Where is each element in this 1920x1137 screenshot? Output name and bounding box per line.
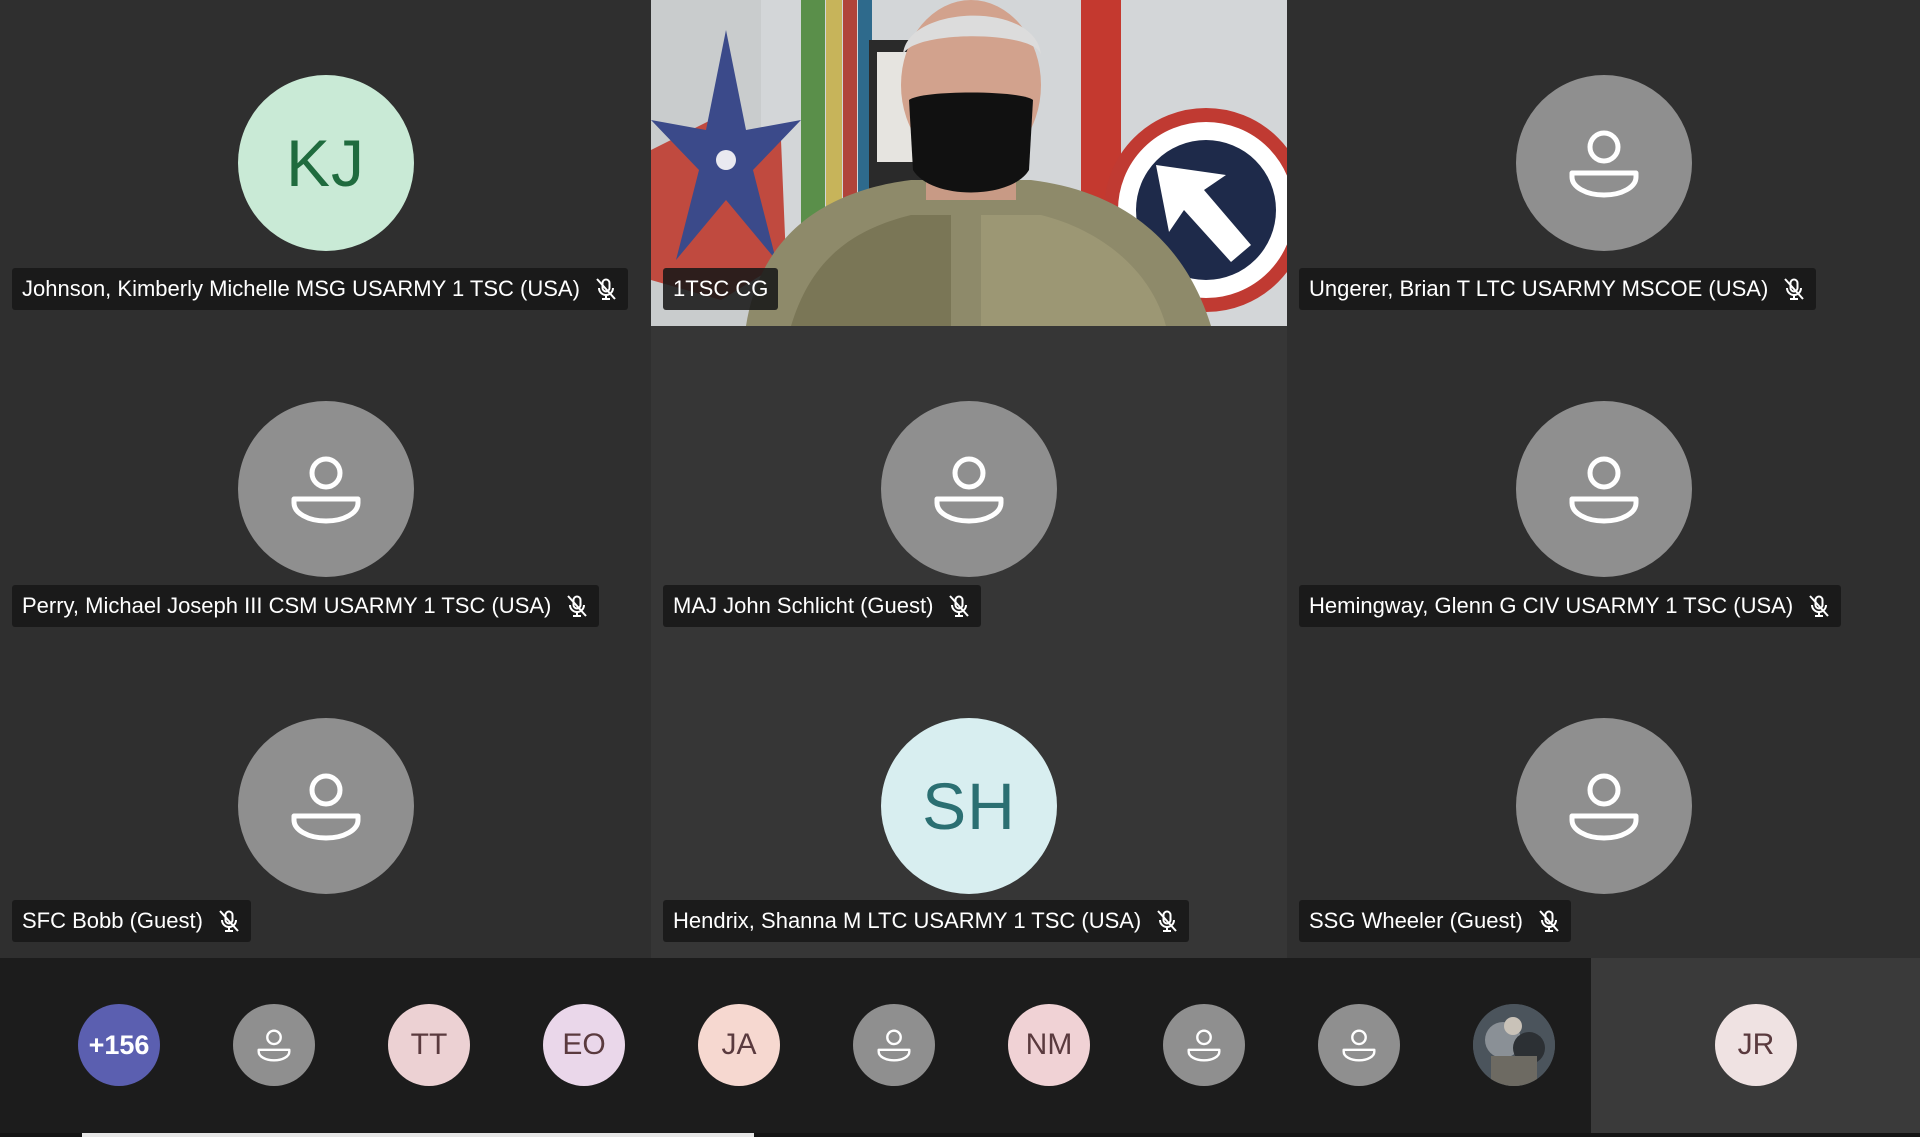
participant-tile[interactable]: MAJ John Schlicht (Guest) (651, 326, 1287, 643)
participant-tile[interactable]: SFC Bobb (Guest) (0, 643, 651, 958)
participant-grid: KJ Johnson, Kimberly Michelle MSG USARMY … (0, 0, 1920, 958)
participant-name: SFC Bobb (Guest) (22, 908, 203, 933)
participant-name: 1TSC CG (673, 276, 769, 301)
person-icon (877, 1029, 911, 1062)
strip-avatar-initials[interactable]: JA (698, 1004, 780, 1086)
participant-name: Ungerer, Brian T LTC USARMY MSCOE (USA) (1309, 276, 1769, 301)
strip-avatar[interactable] (1318, 1004, 1400, 1086)
participant-nameplate: Perry, Michael Joseph III CSM USARMY 1 T… (12, 585, 600, 627)
participant-name: Johnson, Kimberly Michelle MSG USARMY 1 … (22, 276, 580, 301)
avatar-initials: KJ (237, 75, 414, 251)
participant-name: Hemingway, Glenn G CIV USARMY 1 TSC (USA… (1309, 593, 1794, 618)
person-icon (1342, 1029, 1376, 1062)
bottom-progress-bar (0, 1133, 1920, 1137)
mic-off-icon (567, 595, 588, 617)
participant-name: Perry, Michael Joseph III CSM USARMY 1 T… (22, 593, 552, 618)
participant-tile[interactable]: Hemingway, Glenn G CIV USARMY 1 TSC (USA… (1287, 326, 1920, 643)
strip-avatar-initials[interactable]: EO (543, 1004, 625, 1086)
person-icon (1187, 1029, 1221, 1062)
strip-avatar-photo[interactable] (1473, 1004, 1555, 1086)
strip-avatar[interactable] (233, 1004, 315, 1086)
participant-tile[interactable]: Perry, Michael Joseph III CSM USARMY 1 T… (0, 326, 651, 643)
avatar (1515, 401, 1692, 577)
participant-tile[interactable]: KJ Johnson, Kimberly Michelle MSG USARMY … (0, 0, 651, 326)
participant-nameplate: Ungerer, Brian T LTC USARMY MSCOE (USA) (1299, 268, 1817, 310)
person-icon (291, 456, 360, 524)
strip-avatar-initials[interactable]: TT (388, 1004, 470, 1086)
mic-off-icon (1809, 595, 1829, 617)
avatar (881, 401, 1057, 577)
avatar (237, 718, 414, 894)
participant-tile[interactable]: 1TSC CG (651, 0, 1287, 326)
mic-off-icon (1784, 278, 1805, 300)
participant-nameplate: SFC Bobb (Guest) (12, 900, 251, 942)
person-icon (934, 456, 1004, 524)
strip-avatar[interactable] (853, 1004, 935, 1086)
participant-tile[interactable]: SSG Wheeler (Guest) (1287, 643, 1920, 958)
mic-off-icon (1157, 910, 1178, 932)
self-avatar-initials: JR (1715, 1004, 1797, 1086)
avatar (1515, 75, 1692, 251)
participant-strip: +156 TT EO JA NM (0, 958, 1591, 1133)
mic-off-icon (949, 595, 970, 617)
mic-off-icon (596, 278, 616, 300)
participant-tile[interactable]: SH Hendrix, Shanna M LTC USARMY 1 TSC (US… (651, 643, 1287, 958)
participant-name: MAJ John Schlicht (Guest) (673, 593, 934, 618)
self-preview[interactable]: JR (1591, 958, 1920, 1133)
person-icon (257, 1029, 291, 1062)
person-icon (1569, 456, 1638, 524)
participant-nameplate: Johnson, Kimberly Michelle MSG USARMY 1 … (12, 268, 628, 310)
participant-nameplate: Hemingway, Glenn G CIV USARMY 1 TSC (USA… (1299, 585, 1842, 627)
participant-nameplate: MAJ John Schlicht (Guest) (663, 585, 982, 627)
teams-meeting-view: KJ Johnson, Kimberly Michelle MSG USARMY … (0, 0, 1920, 1137)
participant-name: Hendrix, Shanna M LTC USARMY 1 TSC (USA) (673, 908, 1142, 933)
participant-name: SSG Wheeler (Guest) (1309, 908, 1523, 933)
mic-off-icon (1539, 910, 1559, 932)
avatar (237, 401, 414, 577)
person-icon (1569, 773, 1638, 841)
strip-avatar-initials[interactable]: NM (1008, 1004, 1090, 1086)
participant-tile[interactable]: Ungerer, Brian T LTC USARMY MSCOE (USA) (1287, 0, 1920, 326)
avatar (1515, 718, 1692, 894)
participant-nameplate: Hendrix, Shanna M LTC USARMY 1 TSC (USA) (663, 900, 1190, 942)
mic-off-icon (219, 910, 239, 932)
participant-nameplate: 1TSC CG (663, 268, 779, 310)
avatar-initials: SH (881, 718, 1057, 894)
more-participants-button[interactable]: +156 (78, 1004, 160, 1086)
person-icon (1569, 130, 1638, 198)
strip-avatar[interactable] (1163, 1004, 1245, 1086)
progress-fill (82, 1133, 754, 1137)
person-icon (291, 773, 360, 841)
participant-nameplate: SSG Wheeler (Guest) (1299, 900, 1571, 942)
profile-photo (1473, 1004, 1555, 1086)
